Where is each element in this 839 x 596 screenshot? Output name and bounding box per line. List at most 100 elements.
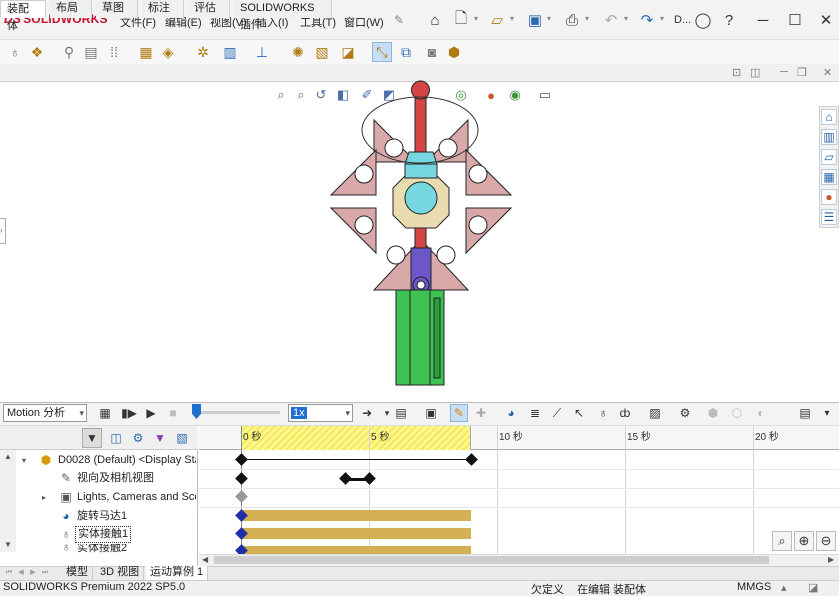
motion-layout-icon[interactable]: ▤: [796, 404, 814, 422]
doc-minimize-icon[interactable]: ─: [780, 66, 788, 78]
large-assembly-icon[interactable]: ⬢: [444, 42, 464, 62]
tab-layout[interactable]: 布局: [50, 0, 92, 18]
tab-addins[interactable]: SOLIDWORKS 插件: [234, 0, 332, 31]
menu-window[interactable]: 窗口(W): [344, 14, 384, 30]
solidworks-resources-icon[interactable]: ⌂: [821, 109, 837, 125]
tab-motion-study-1[interactable]: 运动算例 1: [146, 566, 209, 580]
open-dropdown-icon[interactable]: ▾: [510, 14, 514, 23]
reference-geometry-icon[interactable]: ⊥: [252, 42, 272, 62]
undo-icon[interactable]: ↶: [600, 10, 622, 30]
take-snapshot-icon[interactable]: ◙: [422, 42, 442, 62]
save-animation-icon[interactable]: ▤: [392, 404, 410, 422]
prev-panel-icon[interactable]: ◫: [750, 66, 760, 79]
move-component-icon[interactable]: ◈: [158, 42, 178, 62]
motor-icon[interactable]: ◕: [502, 404, 520, 422]
tree-item-contact1[interactable]: ♁ 实体接触1: [0, 525, 196, 544]
play-icon[interactable]: ▶: [142, 404, 160, 422]
tab-3d-view[interactable]: 3D 视图: [96, 566, 145, 580]
zoom-fit-icon[interactable]: ⌕: [272, 86, 290, 104]
motor-timeline-bar[interactable]: [241, 510, 471, 521]
results-and-plots-icon[interactable]: ▨: [646, 404, 664, 422]
redo-dropdown-icon[interactable]: ▾: [660, 14, 664, 23]
view-palette-icon[interactable]: ▦: [821, 169, 837, 185]
first-tab-icon[interactable]: ⏮: [4, 568, 14, 578]
next-tab-icon[interactable]: ▶: [28, 568, 38, 578]
appearances-icon[interactable]: ●: [821, 189, 837, 205]
edit-component-icon[interactable]: ♁: [5, 42, 25, 62]
assembly-features-icon[interactable]: ▥: [220, 42, 240, 62]
scroll-left-icon[interactable]: ◀: [202, 555, 208, 564]
play-from-start-icon[interactable]: ▮▶: [120, 404, 138, 422]
design-library-icon[interactable]: ▥: [821, 129, 837, 145]
simulation-export-icon[interactable]: ⬡: [728, 404, 746, 422]
collapse-motion-manager-icon[interactable]: ▾: [818, 404, 836, 422]
tree-root[interactable]: ▾ ⬢ D0028 (Default) <Display Sta: [0, 451, 196, 470]
simulation-options-icon[interactable]: ◐: [752, 404, 770, 422]
home-icon[interactable]: ⌂: [424, 10, 446, 30]
redo-icon[interactable]: ↷: [636, 10, 658, 30]
pin-icon[interactable]: ✎: [388, 10, 410, 30]
feature-manager-expand-handle[interactable]: ›: [0, 218, 6, 244]
contact2-timeline-bar[interactable]: [241, 546, 471, 554]
save-icon[interactable]: ▣: [524, 10, 546, 30]
linear-pattern-icon[interactable]: ⁞⁞: [104, 42, 124, 62]
tree-item-motor[interactable]: ◕ 旋转马达1: [0, 507, 196, 526]
tree-item-lights[interactable]: ▸ ▣ Lights, Cameras and Sce: [0, 488, 196, 507]
component-preview-icon[interactable]: ▤: [81, 42, 101, 62]
mate-icon[interactable]: ⚲: [59, 42, 79, 62]
playback-mode-icon[interactable]: ➜: [358, 404, 376, 422]
open-folder-icon[interactable]: ▱: [486, 10, 508, 30]
tab-evaluate[interactable]: 评估: [188, 0, 230, 18]
print-icon[interactable]: ⎙: [561, 10, 583, 30]
scroll-right-icon[interactable]: ▶: [828, 555, 834, 564]
units-dropdown-icon[interactable]: ▴: [781, 581, 787, 594]
filter-results-icon[interactable]: ▼: [150, 428, 170, 448]
simulation-setup-icon[interactable]: ⬢: [704, 404, 722, 422]
smart-fasteners-icon[interactable]: ▦: [136, 42, 156, 62]
new-motion-study-icon[interactable]: ✺: [288, 42, 308, 62]
custom-properties-icon[interactable]: ☰: [821, 209, 837, 225]
help-icon[interactable]: ?: [718, 10, 740, 30]
add-key-icon[interactable]: ✚: [472, 404, 490, 422]
filter-driving-icon[interactable]: ◫: [106, 428, 126, 448]
zoom-out-icon[interactable]: ⊖: [816, 531, 836, 551]
tab-sketch[interactable]: 草图: [96, 0, 138, 18]
zoom-area-icon[interactable]: ⌕: [292, 86, 310, 104]
timeline-scroll-thumb[interactable]: [214, 556, 769, 564]
tree-item-orientation[interactable]: ✎ 视向及相机视图: [0, 469, 196, 488]
damper-icon[interactable]: ⟋: [548, 404, 566, 422]
study-type-select[interactable]: Motion 分析 ▾: [3, 404, 87, 422]
collapse-tree-icon[interactable]: ▧: [172, 428, 192, 448]
animation-wizard-icon[interactable]: ▣: [422, 404, 440, 422]
show-hidden-icon[interactable]: ✲: [193, 42, 213, 62]
exploded-view-icon[interactable]: ◪: [338, 42, 358, 62]
tree-item-contact2[interactable]: ♁ 实体接触2: [0, 544, 196, 554]
view-settings-icon[interactable]: ▭: [536, 86, 554, 104]
playback-speed-select[interactable]: 1x ▾: [288, 404, 353, 422]
tab-assembly[interactable]: 装配体: [0, 0, 46, 32]
calculate-icon[interactable]: ▦: [96, 404, 114, 422]
prev-tab-icon[interactable]: ◀: [16, 568, 26, 578]
autokey-icon[interactable]: ✎: [450, 404, 468, 422]
print-dropdown-icon[interactable]: ▾: [585, 14, 589, 23]
new-dropdown-icon[interactable]: ▾: [474, 14, 478, 23]
bill-of-materials-icon[interactable]: ▧: [312, 42, 332, 62]
quick-tips-icon[interactable]: ◪: [808, 581, 818, 594]
instant3d-icon[interactable]: ⤡: [372, 42, 392, 62]
status-units[interactable]: MMGS: [737, 581, 771, 593]
restore-panel-icon[interactable]: ⊡: [732, 66, 741, 79]
file-explorer-icon[interactable]: ▱: [821, 149, 837, 165]
spring-icon[interactable]: ≣: [526, 404, 544, 422]
stop-icon[interactable]: ■: [164, 404, 182, 422]
doc-restore-icon[interactable]: ❐: [797, 66, 807, 79]
update-speedpak-icon[interactable]: ⧉: [396, 42, 416, 62]
insert-components-icon[interactable]: ❖: [27, 42, 47, 62]
force-icon[interactable]: ↖: [570, 404, 588, 422]
doc-close-icon[interactable]: ✕: [823, 66, 832, 79]
gravity-icon[interactable]: ȸ: [616, 404, 634, 422]
contact-icon[interactable]: ♁: [594, 404, 612, 422]
zoom-to-fit-icon[interactable]: ⌕: [772, 531, 792, 551]
undo-dropdown-icon[interactable]: ▾: [624, 14, 628, 23]
minimize-icon[interactable]: ─: [752, 10, 774, 30]
zoom-in-icon[interactable]: ⊕: [794, 531, 814, 551]
